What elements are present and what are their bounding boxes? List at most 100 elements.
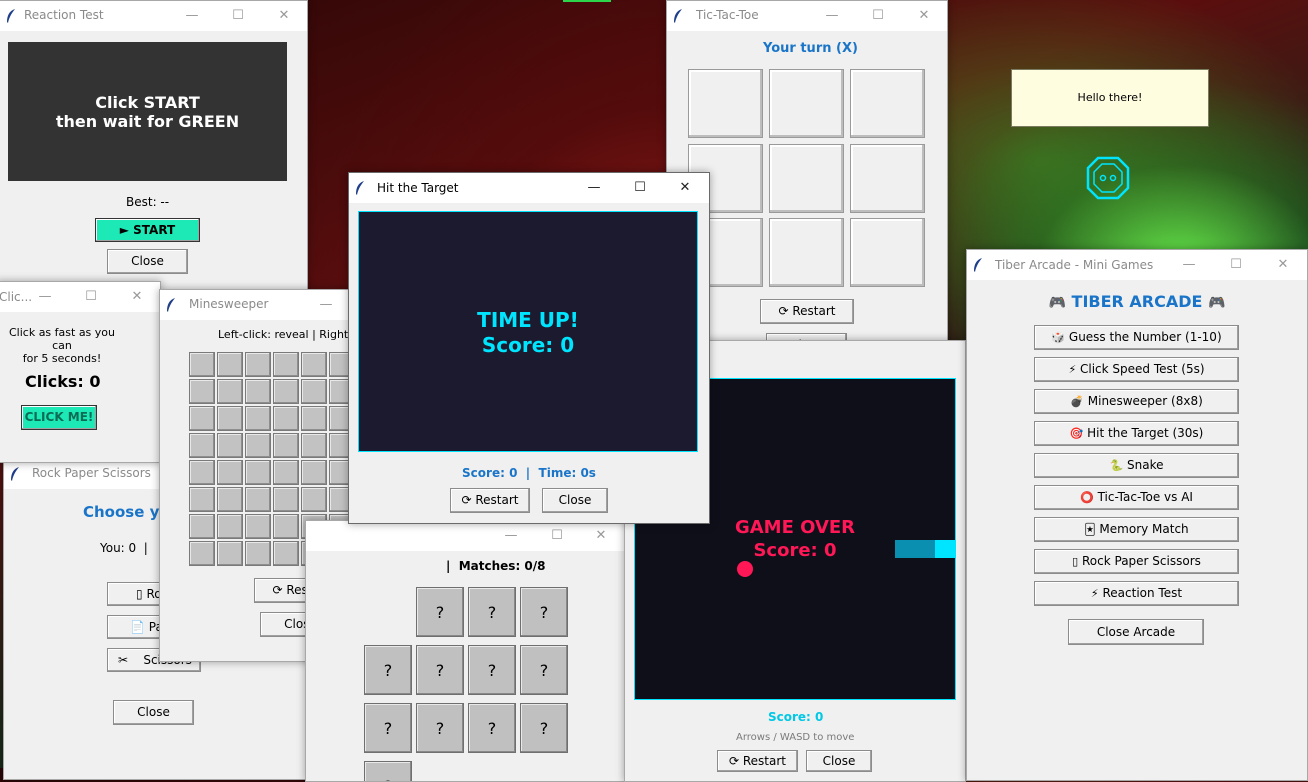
game-button[interactable]: ▯ Rock Paper Scissors [1034, 549, 1239, 574]
memory-card[interactable]: ? [468, 587, 516, 637]
mine-cell[interactable] [217, 487, 243, 512]
mine-cell[interactable] [217, 514, 243, 539]
ttt-cell[interactable] [850, 144, 925, 213]
instructions: Click as fast as you can for 5 seconds! [0, 326, 124, 365]
ttt-cell[interactable] [688, 69, 763, 138]
mine-cell[interactable] [301, 433, 327, 458]
mine-cell[interactable] [245, 352, 271, 377]
game-button[interactable]: 🎯 Hit the Target (30s) [1034, 421, 1239, 446]
close-icon[interactable]: ✕ [261, 1, 307, 31]
mine-cell[interactable] [245, 487, 271, 512]
feather-icon [7, 9, 15, 23]
mine-cell[interactable] [217, 379, 243, 404]
mine-cell[interactable] [273, 460, 299, 485]
game-label: Reaction Test [1102, 586, 1183, 600]
ttt-cell[interactable] [769, 144, 844, 213]
close-button[interactable]: Close [542, 488, 608, 513]
memory-card[interactable]: ? [416, 645, 464, 695]
mine-cell[interactable] [189, 460, 215, 485]
ttt-cell[interactable] [850, 69, 925, 138]
game-button[interactable]: 🎲 Guess the Number (1-10) [1034, 325, 1239, 350]
mine-cell[interactable] [301, 352, 327, 377]
rock-icon: ▯ [136, 587, 143, 601]
game-button[interactable]: ⚡ Click Speed Test (5s) [1034, 357, 1239, 382]
memory-card[interactable]: ? [468, 645, 516, 695]
mine-cell[interactable] [245, 379, 271, 404]
time-up-text: TIME UP! [477, 308, 579, 332]
close-arcade-button[interactable]: Close Arcade [1068, 619, 1204, 645]
mine-cell[interactable] [245, 514, 271, 539]
game-button[interactable]: ⭕ Tic-Tac-Toe vs AI [1034, 485, 1239, 510]
memory-card[interactable]: ? [364, 703, 412, 753]
mine-cell[interactable] [189, 541, 215, 566]
click-me-button[interactable]: CLICK ME! [21, 405, 97, 430]
mine-cell[interactable] [245, 433, 271, 458]
game-button[interactable]: ⚡ Reaction Test [1034, 581, 1239, 606]
ttt-cell[interactable] [769, 218, 844, 287]
close-button[interactable]: Close [107, 249, 188, 274]
titlebar[interactable]: Reaction Test — ☐ ✕ [0, 1, 307, 31]
mine-cell[interactable] [189, 406, 215, 431]
mine-cell[interactable] [273, 514, 299, 539]
mine-cell[interactable] [189, 514, 215, 539]
minimize-button[interactable]: — [571, 173, 617, 203]
mine-cell[interactable] [217, 352, 243, 377]
minimize-button[interactable]: — [303, 290, 349, 320]
mine-cell[interactable] [273, 433, 299, 458]
memory-card[interactable]: ? [520, 645, 568, 695]
memory-card[interactable]: ? [416, 703, 464, 753]
game-button[interactable]: 💣 Minesweeper (8x8) [1034, 389, 1239, 414]
mine-cell[interactable] [217, 460, 243, 485]
close-icon[interactable]: ✕ [662, 173, 708, 203]
titlebar[interactable]: Clic... — ☐ ✕ [0, 282, 160, 312]
restart-button[interactable]: ⟳ Restart [760, 299, 854, 324]
reaction-display[interactable]: Click START then wait for GREEN [8, 42, 287, 181]
restart-button[interactable]: ⟳ Restart [717, 750, 798, 772]
target-canvas[interactable]: TIME UP! Score: 0 [358, 211, 698, 452]
maximize-button[interactable]: ☐ [617, 173, 663, 203]
feather-icon [356, 181, 364, 195]
close-button[interactable]: Close [113, 700, 194, 725]
mine-cell[interactable] [217, 433, 243, 458]
mine-cell[interactable] [273, 541, 299, 566]
close-icon[interactable]: ✕ [114, 282, 160, 312]
robot-icon[interactable] [1084, 154, 1132, 202]
maximize-button[interactable]: ☐ [68, 282, 114, 312]
game-icon: 🎲 [1051, 331, 1066, 344]
mine-cell[interactable] [245, 406, 271, 431]
memory-card[interactable]: ? [364, 645, 412, 695]
mine-cell[interactable] [217, 406, 243, 431]
mine-cell[interactable] [189, 487, 215, 512]
memory-card[interactable]: ? [520, 587, 568, 637]
start-button[interactable]: ► START [95, 218, 200, 242]
mine-cell[interactable] [301, 406, 327, 431]
mine-cell[interactable] [273, 487, 299, 512]
mine-cell[interactable] [189, 433, 215, 458]
mine-cell[interactable] [189, 379, 215, 404]
mine-cell[interactable] [273, 406, 299, 431]
minimize-button[interactable]: — [22, 282, 68, 312]
mine-cell[interactable] [189, 352, 215, 377]
mine-cell[interactable] [301, 379, 327, 404]
memory-card[interactable]: ? [468, 703, 516, 753]
memory-card[interactable]: ? [416, 587, 464, 637]
memory-card[interactable]: ? [364, 761, 412, 781]
ttt-cell[interactable] [850, 218, 925, 287]
mine-cell[interactable] [273, 352, 299, 377]
mine-cell[interactable] [273, 379, 299, 404]
minimize-button[interactable]: — [169, 1, 215, 31]
maximize-button[interactable]: ☐ [215, 1, 261, 31]
memory-card[interactable]: ? [520, 703, 568, 753]
mine-cell[interactable] [245, 460, 271, 485]
game-button[interactable]: 🐍 Snake [1034, 453, 1239, 478]
game-button[interactable]: 🃏 Memory Match [1034, 517, 1239, 542]
restart-button[interactable]: ⟳ Restart [450, 488, 530, 513]
mine-cell[interactable] [245, 541, 271, 566]
mine-cell[interactable] [217, 541, 243, 566]
game-list: 🎲 Guess the Number (1-10) ⚡ Click Speed T… [967, 250, 1307, 630]
mine-cell[interactable] [301, 460, 327, 485]
close-button[interactable]: Close [806, 750, 872, 772]
ttt-cell[interactable] [769, 69, 844, 138]
titlebar[interactable]: Hit the Target — ☐ ✕ [349, 173, 709, 203]
mine-cell[interactable] [301, 487, 327, 512]
